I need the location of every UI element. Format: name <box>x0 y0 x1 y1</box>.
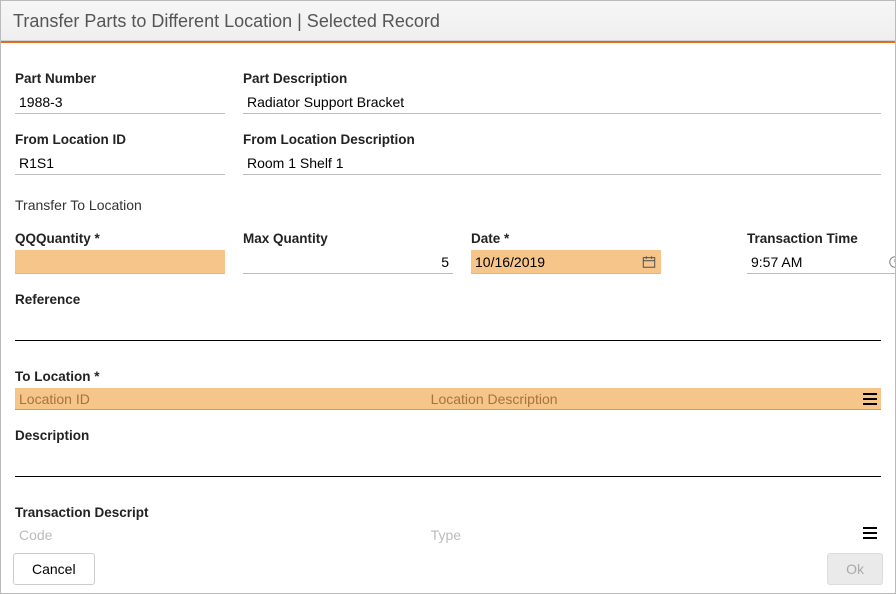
row-from-location: From Location ID From Location Descripti… <box>15 132 881 175</box>
field-quantity: QQQuantity * <box>15 231 225 274</box>
input-part-description[interactable] <box>243 90 881 114</box>
field-part-description: Part Description <box>243 71 881 114</box>
transaction-descript-lookup-row[interactable]: Code Type <box>15 524 881 544</box>
field-transaction-descript: Transaction Descript Code Type <box>15 505 881 544</box>
to-location-col-desc: Location Description <box>431 391 861 407</box>
clock-icon[interactable] <box>887 254 895 270</box>
input-part-number[interactable] <box>15 90 225 114</box>
dialog-title: Transfer Parts to Different Location | S… <box>1 1 895 41</box>
input-transaction-time[interactable] <box>747 250 895 274</box>
input-quantity[interactable] <box>15 250 225 274</box>
label-quantity: QQQuantity * <box>15 231 225 246</box>
label-max-quantity: Max Quantity <box>243 231 453 246</box>
label-transaction-descript: Transaction Descript <box>15 505 881 520</box>
label-from-location-description: From Location Description <box>243 132 881 147</box>
menu-icon[interactable] <box>861 524 879 542</box>
field-date: Date * <box>471 231 661 274</box>
label-transaction-time: Transaction Time <box>747 231 895 246</box>
field-reference: Reference <box>15 292 881 341</box>
input-from-location-id[interactable] <box>15 151 225 175</box>
ok-button[interactable]: Ok <box>827 553 883 585</box>
field-transaction-time: Transaction Time <box>747 231 895 274</box>
tx-descript-col-type: Type <box>431 527 861 543</box>
field-max-quantity: Max Quantity <box>243 231 453 274</box>
dialog-body[interactable]: Part Number Part Description From Locati… <box>1 43 895 544</box>
label-part-description: Part Description <box>243 71 881 86</box>
field-description: Description <box>15 428 881 477</box>
label-from-location-id: From Location ID <box>15 132 225 147</box>
field-from-location-description: From Location Description <box>243 132 881 175</box>
input-reference[interactable] <box>15 317 881 341</box>
row-part: Part Number Part Description <box>15 71 881 114</box>
calendar-icon[interactable] <box>641 254 657 270</box>
field-part-number: Part Number <box>15 71 225 114</box>
label-part-number: Part Number <box>15 71 225 86</box>
dialog-footer: Cancel Ok <box>1 544 895 593</box>
cancel-button[interactable]: Cancel <box>13 553 95 585</box>
row-quantity-date: QQQuantity * Max Quantity Date * Transac… <box>15 231 881 274</box>
to-location-col-id: Location ID <box>15 391 431 407</box>
to-location-lookup-row[interactable]: Location ID Location Description <box>15 388 881 410</box>
label-to-location: To Location * <box>15 369 881 384</box>
menu-icon[interactable] <box>861 390 879 408</box>
input-description[interactable] <box>15 453 881 477</box>
field-from-location-id: From Location ID <box>15 132 225 175</box>
dialog-window: Transfer Parts to Different Location | S… <box>0 0 896 594</box>
input-max-quantity[interactable] <box>243 250 453 274</box>
input-from-location-description[interactable] <box>243 151 881 175</box>
input-date[interactable] <box>471 250 661 274</box>
field-to-location: To Location * Location ID Location Descr… <box>15 369 881 410</box>
label-reference: Reference <box>15 292 881 307</box>
tx-descript-col-code: Code <box>15 527 431 543</box>
label-date: Date * <box>471 231 661 246</box>
label-description: Description <box>15 428 881 443</box>
section-transfer-to: Transfer To Location <box>15 197 881 213</box>
